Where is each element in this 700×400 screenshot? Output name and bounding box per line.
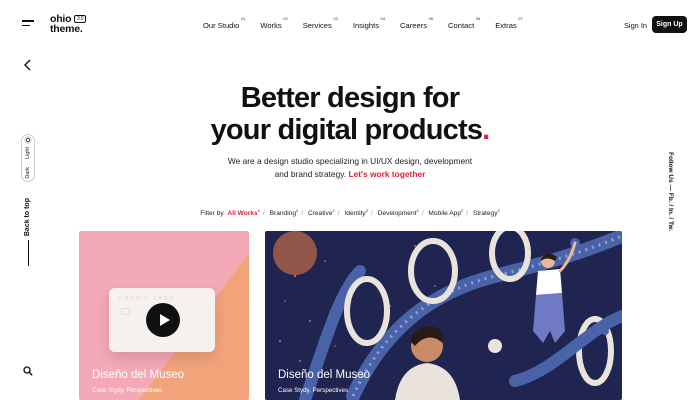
main-nav: Our Studio 01 Works 02 Services 03 Insights… [203,16,538,30]
filter-count: 2 [416,208,419,213]
filter-creative[interactable]: Creative2 [307,208,335,218]
filter-item-label: Strategy [472,210,498,218]
nav-label: Contact [448,21,475,30]
filter-label: Filter by [200,210,224,218]
nav-number: 05 [428,16,434,21]
hero-title-line-1: Better design for [240,82,460,114]
nav-label: Services [302,21,332,30]
filter-count: 2 [296,208,299,213]
nav-our-studio[interactable]: Our Studio 01 [203,16,245,30]
nav-works[interactable]: Works 02 [260,16,287,30]
filter-identity[interactable]: Identity2 [344,208,368,218]
filter-all-works[interactable]: All Works1 [227,208,260,218]
filter-item-label: Identity [344,210,366,218]
work-together-link[interactable]: Let's work together [348,169,425,179]
hero-title-dot: . [482,114,490,146]
nav-label: Works [260,21,282,30]
nav-extras[interactable]: Extras 07 [495,16,523,30]
version-badge: 3.0 [74,15,87,23]
nav-number: 01 [240,16,246,21]
nav-insights[interactable]: Insights 04 [352,16,385,30]
filter-item-label: All Works [227,210,258,218]
credit-card-text: CREDIT CARD [119,296,176,302]
hero-title-line-2: your digital products. [0,114,700,146]
portfolio-card[interactable]: Diseño del Museo Case Stydy, Perspective… [265,231,622,400]
hero-subtitle-text: and brand strategy. [274,168,347,179]
filter-count: 1 [257,208,260,213]
filter-strategy[interactable]: Strategy2 [472,208,500,218]
nav-label: Extras [495,21,517,30]
filter-branding[interactable]: Branding2 [269,208,299,218]
nav-contact[interactable]: Contact 06 [448,16,480,30]
nav-number: 07 [518,16,523,21]
hero-subtitle-line-1: We are a design studio specializing in U… [227,156,473,166]
back-to-top-line [28,240,29,266]
filter-count: 2 [332,208,335,213]
nav-careers[interactable]: Careers 05 [400,16,433,30]
nav-label: Our Studio [203,21,240,30]
nav-number: 06 [475,16,481,21]
hero-subtitle: We are a design studio specializing in U… [0,155,700,180]
chevron-left-icon[interactable] [23,59,33,71]
filter-mobile-app[interactable]: Mobile App2 [428,208,464,218]
nav-label: Careers [400,21,428,30]
search-icon[interactable] [23,366,33,376]
hero-title-text: your digital products [210,114,483,146]
filter-item-label: Development [377,210,417,218]
site-header: ohio theme. 3.0 Our Studio 01 Works 02 Ser… [0,0,700,50]
menu-icon[interactable] [22,20,34,28]
card-meta: Case Stydy, Perspectives [92,387,163,394]
filter-item-label: Mobile App [428,210,462,218]
sign-in-link[interactable]: Sign In [624,21,647,30]
card-meta: Case Stydy, Perspectives [278,387,349,394]
hero-subtitle-line-2: and brand strategy. Let's work together [0,168,700,181]
portfolio-card[interactable]: CREDIT CARD Diseño del Museo Case Stydy,… [79,231,249,400]
nav-label: Insights [352,21,379,30]
nav-number: 03 [333,16,338,21]
nav-number: 02 [283,16,288,21]
card-title: Diseño del Museo [278,369,371,381]
filter-item-label: Branding [269,210,297,218]
card-chip [121,308,130,315]
play-icon [160,314,170,326]
filter-development[interactable]: Development2 [377,208,419,218]
nav-services[interactable]: Services 03 [302,16,338,30]
sign-up-button[interactable]: Sign Up [652,16,687,33]
nav-number: 04 [380,16,385,21]
portfolio-filter: Filter by All Works1/ Branding2/ Creativ… [200,208,500,218]
play-button[interactable] [146,303,180,337]
hero-title: Better design for your digital products. [0,82,700,146]
filter-count: 2 [365,208,368,213]
filter-item-label: Creative [307,210,333,218]
filter-count: 2 [461,208,464,213]
card-title: Diseño del Museo [92,369,185,381]
logo[interactable]: ohio theme. 3.0 [50,14,87,35]
logo-line-2: theme. [50,23,83,35]
filter-count: 2 [497,208,500,213]
